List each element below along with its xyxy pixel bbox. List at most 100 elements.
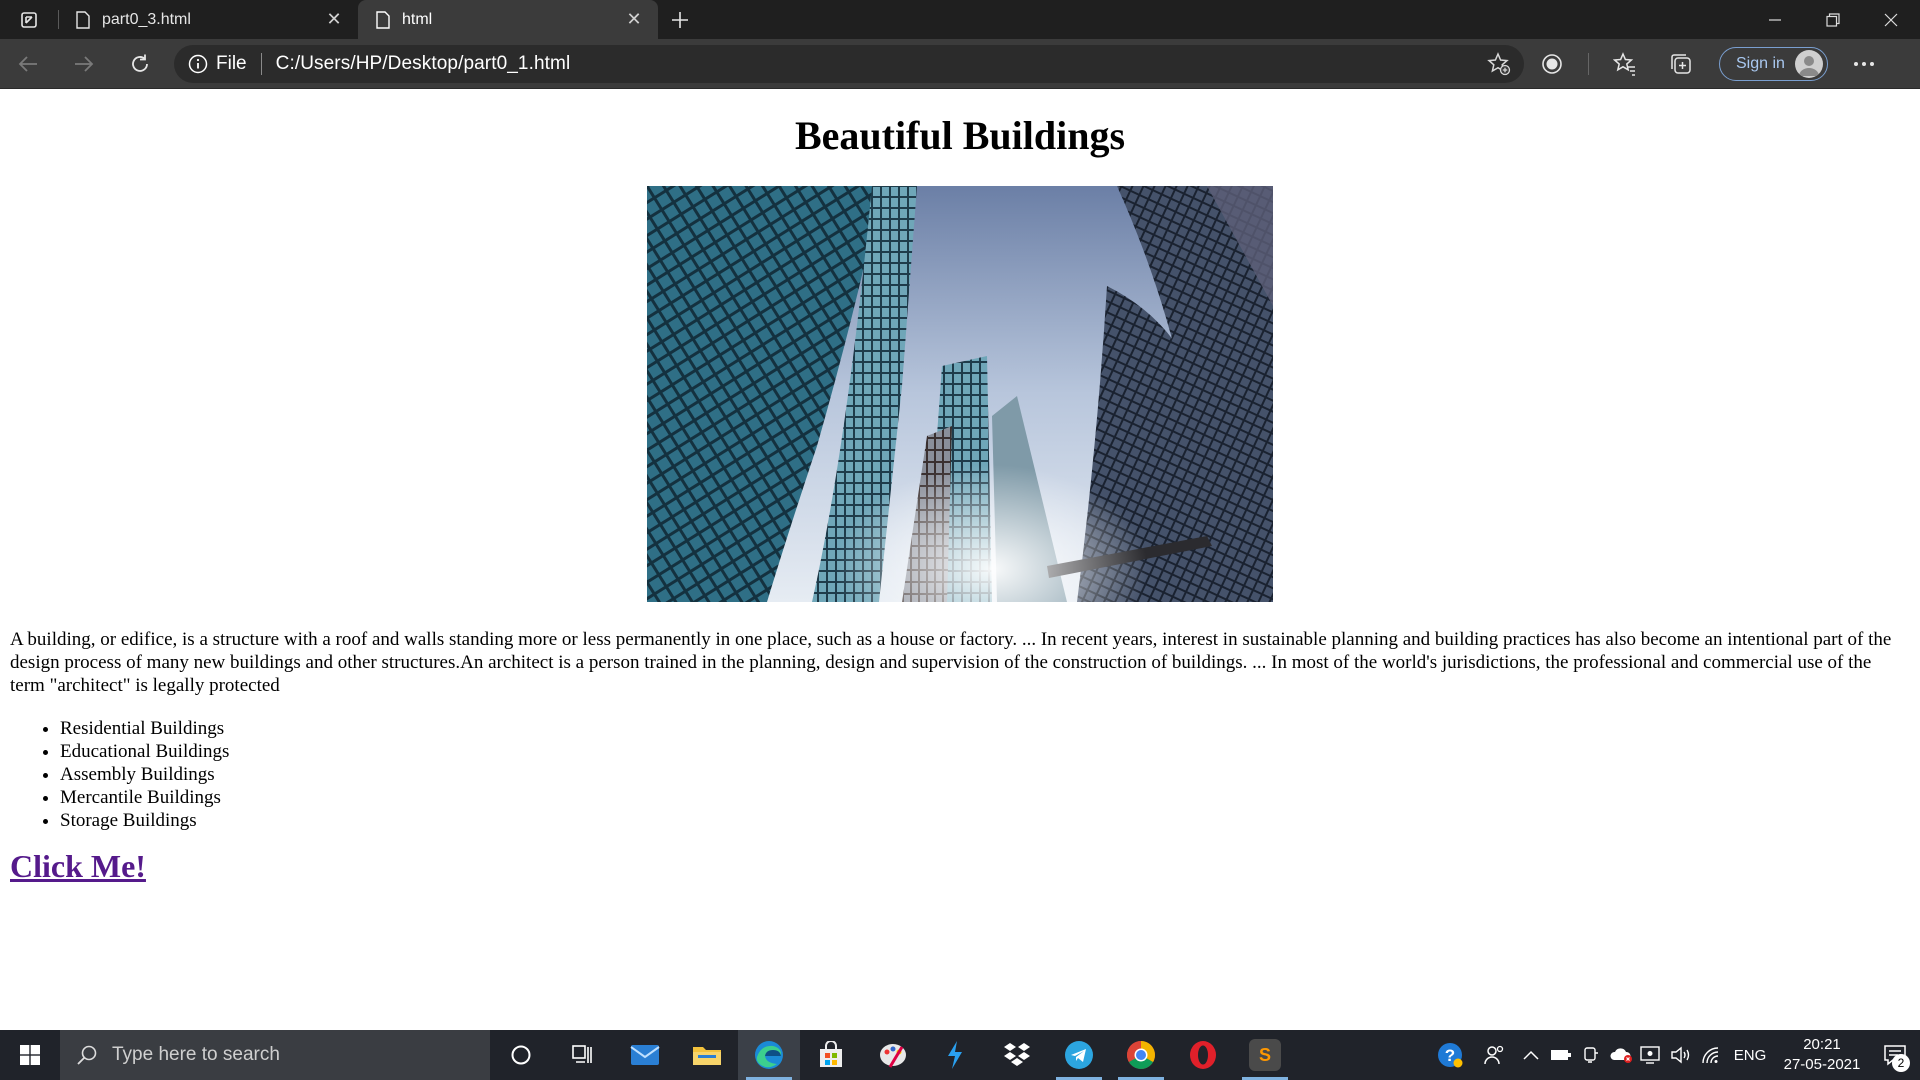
list-item: Storage Buildings bbox=[60, 809, 1920, 832]
help-tray-button[interactable]: ? bbox=[1428, 1030, 1472, 1080]
url-text[interactable]: C:/Users/HP/Desktop/part0_1.html bbox=[262, 53, 571, 75]
telegram-app[interactable] bbox=[1048, 1030, 1110, 1080]
sublime-icon: S bbox=[1249, 1039, 1281, 1071]
chevron-up-icon bbox=[1523, 1050, 1539, 1060]
language-indicator[interactable]: ENG bbox=[1726, 1030, 1774, 1080]
system-tray: ? ENG 20:21 27-05-2021 2 bbox=[1428, 1030, 1920, 1080]
display-tray[interactable] bbox=[1636, 1030, 1666, 1080]
list-item: Mercantile Buildings bbox=[60, 786, 1920, 809]
tab-actions-icon bbox=[21, 11, 37, 28]
restore-icon bbox=[1826, 12, 1840, 27]
restore-button[interactable] bbox=[1804, 0, 1862, 39]
page-icon bbox=[376, 10, 390, 29]
refresh-button[interactable] bbox=[112, 39, 168, 89]
store-app[interactable] bbox=[800, 1030, 862, 1080]
people-tray-button[interactable] bbox=[1472, 1030, 1516, 1080]
more-horizontal-icon bbox=[1853, 61, 1874, 66]
tab-part0-3[interactable]: part0_3.html ✕ bbox=[58, 0, 358, 39]
chrome-icon bbox=[1127, 1041, 1155, 1069]
action-center-button[interactable]: 2 bbox=[1870, 1030, 1920, 1080]
vscode-like-app[interactable] bbox=[924, 1030, 986, 1080]
onedrive-tray[interactable] bbox=[1606, 1030, 1636, 1080]
device-tray[interactable] bbox=[1576, 1030, 1606, 1080]
skyscrapers-image bbox=[647, 186, 1273, 602]
tab-actions-button[interactable] bbox=[0, 0, 58, 39]
people-icon bbox=[1484, 1045, 1504, 1065]
close-tab-icon[interactable]: ✕ bbox=[324, 9, 344, 30]
cloud-error-icon bbox=[1610, 1048, 1632, 1063]
help-icon: ? bbox=[1438, 1043, 1463, 1068]
chrome-app[interactable] bbox=[1110, 1030, 1172, 1080]
list-item: Residential Buildings bbox=[60, 717, 1920, 740]
building-types-list: Residential Buildings Educational Buildi… bbox=[0, 717, 1920, 832]
device-icon bbox=[1584, 1047, 1598, 1063]
page-paragraph: A building, or edifice, is a structure w… bbox=[10, 629, 1892, 696]
mail-app[interactable] bbox=[614, 1030, 676, 1080]
plus-icon bbox=[672, 11, 688, 28]
wifi-icon bbox=[1702, 1047, 1719, 1064]
battery-icon bbox=[1551, 1050, 1571, 1060]
taskbar-clock[interactable]: 20:21 27-05-2021 bbox=[1774, 1035, 1870, 1075]
list-item: Assembly Buildings bbox=[60, 763, 1920, 786]
start-button[interactable] bbox=[0, 1030, 60, 1080]
opera-app[interactable] bbox=[1172, 1030, 1234, 1080]
dropbox-app[interactable] bbox=[986, 1030, 1048, 1080]
favorites-icon bbox=[1613, 51, 1635, 76]
extension-button[interactable] bbox=[1524, 39, 1580, 89]
minimize-icon bbox=[1769, 18, 1781, 21]
browser-toolbar: File C:/Users/HP/Desktop/part0_1.html Si… bbox=[0, 39, 1920, 89]
avatar-icon bbox=[1794, 49, 1823, 78]
site-info-button[interactable]: File bbox=[188, 52, 262, 75]
add-favorite-button[interactable] bbox=[1474, 51, 1524, 76]
windows-logo-icon bbox=[20, 1045, 40, 1065]
refresh-icon bbox=[132, 54, 148, 72]
windows-taskbar: Type here to search S ? ENG 20:21 27-05-… bbox=[0, 1030, 1920, 1080]
sublime-text-app[interactable]: S bbox=[1234, 1030, 1296, 1080]
close-tab-icon[interactable]: ✕ bbox=[624, 9, 644, 30]
page-icon bbox=[76, 10, 90, 29]
settings-more-button[interactable] bbox=[1836, 39, 1892, 89]
clock-time: 20:21 bbox=[1803, 1036, 1841, 1053]
volume-tray[interactable] bbox=[1666, 1030, 1696, 1080]
speaker-icon bbox=[1671, 1046, 1690, 1064]
favorites-button[interactable] bbox=[1597, 39, 1653, 89]
cortana-button[interactable] bbox=[490, 1030, 552, 1080]
clock-date: 27-05-2021 bbox=[1783, 1056, 1861, 1073]
mail-icon bbox=[630, 1045, 660, 1065]
taskbar-search-box[interactable]: Type here to search bbox=[60, 1030, 490, 1080]
battery-tray[interactable] bbox=[1546, 1030, 1576, 1080]
collections-icon bbox=[1671, 53, 1691, 74]
collections-button[interactable] bbox=[1653, 39, 1709, 89]
sign-in-label: Sign in bbox=[1736, 54, 1785, 72]
close-window-button[interactable] bbox=[1862, 0, 1920, 39]
edge-app[interactable] bbox=[738, 1030, 800, 1080]
opera-icon bbox=[1190, 1041, 1216, 1069]
paint-palette-icon bbox=[880, 1044, 906, 1068]
folder-icon bbox=[693, 1047, 721, 1065]
search-placeholder: Type here to search bbox=[112, 1044, 280, 1065]
dropbox-icon bbox=[1004, 1043, 1030, 1066]
arrow-right-icon bbox=[75, 55, 94, 72]
new-tab-button[interactable] bbox=[658, 0, 702, 39]
file-explorer-app[interactable] bbox=[676, 1030, 738, 1080]
sign-in-button[interactable]: Sign in bbox=[1719, 46, 1828, 81]
minimize-button[interactable] bbox=[1746, 0, 1804, 39]
page-heading: Beautiful Buildings bbox=[794, 113, 1126, 158]
forward-button[interactable] bbox=[56, 39, 112, 89]
back-button[interactable] bbox=[0, 39, 56, 89]
tab-html[interactable]: html ✕ bbox=[358, 0, 658, 39]
click-me-link[interactable]: Click Me! bbox=[10, 848, 146, 885]
close-icon bbox=[1884, 13, 1898, 26]
web-page: Beautiful Buildings A building, or edifi… bbox=[0, 90, 1920, 1030]
star-add-icon bbox=[1487, 51, 1511, 75]
tab-strip: part0_3.html ✕ html ✕ bbox=[0, 0, 1920, 39]
wifi-tray[interactable] bbox=[1696, 1030, 1726, 1080]
task-view-button[interactable] bbox=[552, 1030, 614, 1080]
bolt-icon bbox=[948, 1041, 962, 1069]
show-hidden-icons-button[interactable] bbox=[1516, 1030, 1546, 1080]
address-bar[interactable]: File C:/Users/HP/Desktop/part0_1.html bbox=[174, 44, 1524, 83]
scheme-label: File bbox=[216, 52, 247, 74]
paint-app[interactable] bbox=[862, 1030, 924, 1080]
store-bag-icon bbox=[820, 1041, 842, 1067]
cortana-icon bbox=[511, 1045, 531, 1065]
